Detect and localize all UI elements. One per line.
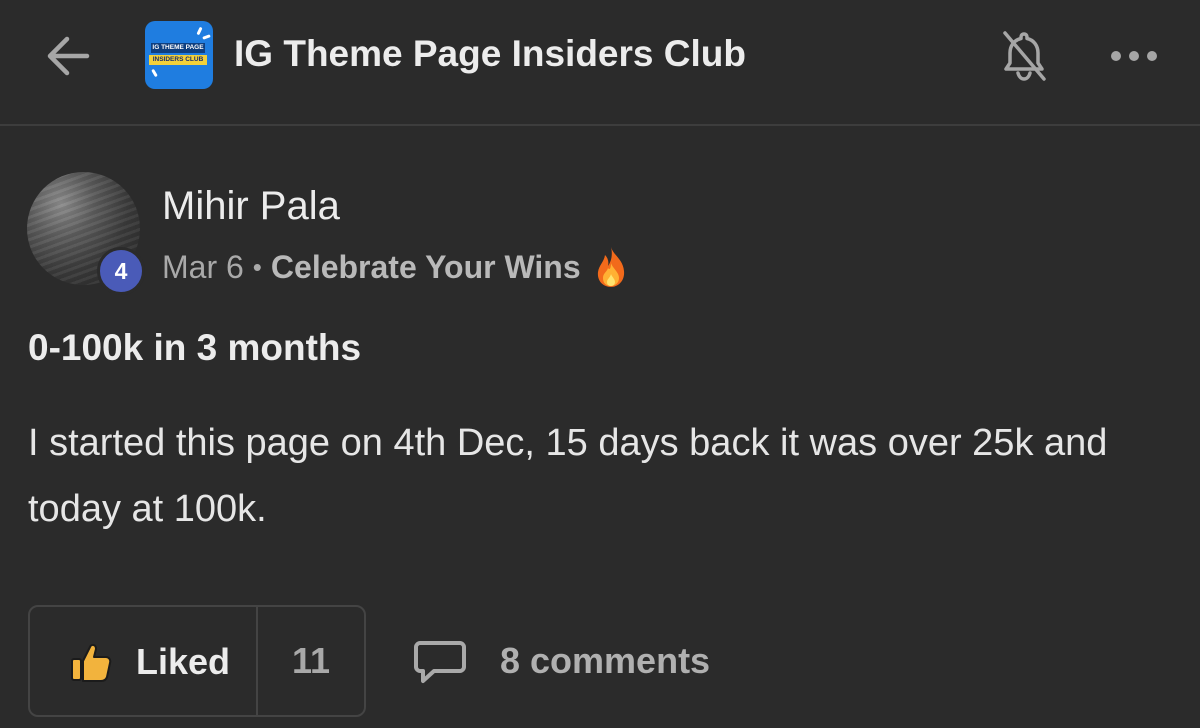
comments-button[interactable]: 8 comments (414, 630, 710, 692)
post-category-link[interactable]: Celebrate Your Wins (271, 249, 581, 286)
post-title[interactable]: 0-100k in 3 months (28, 323, 361, 373)
post-body: I started this page on 4th Dec, 15 days … (28, 422, 1108, 530)
bell-muted-icon (1003, 31, 1046, 81)
more-options-button[interactable] (1106, 36, 1162, 76)
logo-spark (196, 26, 203, 36)
comments-label: 8 comments (500, 640, 711, 681)
thumbs-up-icon (71, 643, 112, 682)
like-count[interactable]: 11 (258, 607, 364, 715)
notifications-toggle-button[interactable] (996, 26, 1052, 86)
like-button[interactable]: Liked (30, 607, 256, 715)
fire-icon (593, 245, 629, 289)
like-group: Liked 11 (28, 605, 366, 717)
app-header: IG THEME PAGE INSIDERS CLUB IG Theme Pag… (0, 0, 1200, 126)
group-title[interactable]: IG Theme Page Insiders Club (234, 30, 746, 78)
comment-bubble-icon (414, 641, 466, 683)
post-date: Mar 6 (162, 248, 244, 285)
arrow-left-icon (47, 36, 90, 76)
logo-spark (202, 34, 211, 40)
logo-text-line1: IG THEME PAGE (151, 43, 205, 53)
like-label: Liked (136, 641, 231, 682)
back-button[interactable] (40, 28, 96, 84)
level-badge: 4 (97, 247, 145, 295)
more-horizontal-icon (1111, 51, 1157, 61)
logo-spark (151, 68, 158, 78)
meta-separator: • (252, 251, 262, 282)
author-name[interactable]: Mihir Pala (162, 182, 340, 230)
post-meta: Mar 6 • Celebrate Your Wins (162, 245, 629, 289)
logo-text-line2: INSIDERS CLUB (149, 55, 207, 65)
group-logo[interactable]: IG THEME PAGE INSIDERS CLUB (145, 21, 213, 89)
